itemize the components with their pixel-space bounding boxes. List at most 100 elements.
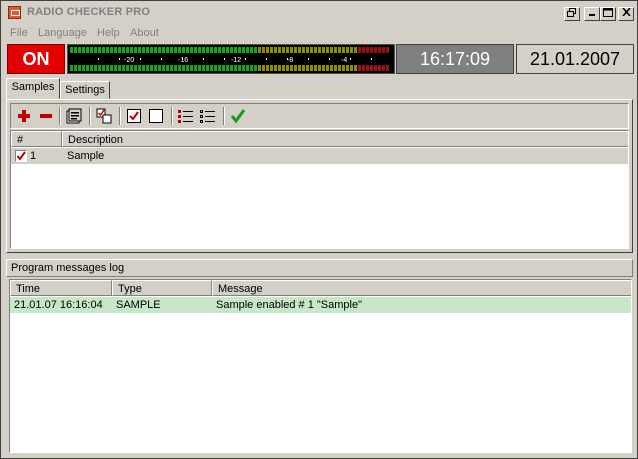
meter-tick-mark <box>245 58 246 60</box>
meter-segment <box>370 65 373 71</box>
meter-segment <box>366 65 369 71</box>
meter-segment <box>378 65 381 71</box>
column-header-type[interactable]: Type <box>112 280 212 296</box>
meter-segment <box>134 47 137 53</box>
meter-segment <box>386 65 389 71</box>
meter-segment <box>298 65 301 71</box>
meter-segment <box>326 65 329 71</box>
meter-segment <box>138 47 141 53</box>
meter-segment <box>186 47 189 53</box>
meter-tick-label: -4 <box>341 57 347 64</box>
meter-tick-label: -16 <box>178 57 188 64</box>
meter-segment <box>330 47 333 53</box>
meter-tick-mark <box>287 58 288 60</box>
meter-segment <box>98 65 101 71</box>
meter-segment <box>346 47 349 53</box>
list-all-button[interactable] <box>177 107 195 125</box>
meter-segment <box>126 65 129 71</box>
meter-segment <box>226 47 229 53</box>
add-icon <box>18 110 30 122</box>
column-header-number[interactable]: # <box>11 131 62 147</box>
meter-segment <box>122 65 125 71</box>
log-message: Sample enabled # 1 "Sample" <box>216 299 363 311</box>
table-row[interactable]: 21.01.07 16:16:04 SAMPLE Sample enabled … <box>10 297 631 313</box>
meter-segment <box>266 47 269 53</box>
samples-table[interactable]: # Description 1 Sample <box>10 130 629 249</box>
samples-table-header: # Description <box>11 131 628 147</box>
toggle-icon <box>96 108 112 124</box>
apply-icon <box>230 109 246 124</box>
meter-segment <box>154 47 157 53</box>
meter-segment <box>202 47 205 53</box>
meter-segment <box>234 65 237 71</box>
uncheck-all-button[interactable] <box>147 107 165 125</box>
meter-segment <box>82 65 85 71</box>
meter-segment <box>102 47 105 53</box>
meter-segment <box>342 47 345 53</box>
meter-segment <box>290 47 293 53</box>
toolbar-separator <box>89 107 91 125</box>
meter-segment <box>222 65 225 71</box>
add-button[interactable] <box>15 107 33 125</box>
meter-segment <box>194 47 197 53</box>
toggle-button[interactable] <box>95 107 113 125</box>
remove-button[interactable] <box>37 107 55 125</box>
meter-segment <box>210 65 213 71</box>
apply-button[interactable] <box>229 107 247 125</box>
meter-segment <box>262 47 265 53</box>
column-header-message[interactable]: Message <box>212 280 631 296</box>
meter-segment <box>82 47 85 53</box>
meter-tick-label: -12 <box>231 57 241 64</box>
meter-segment <box>86 65 89 71</box>
sample-description: Sample <box>67 150 105 162</box>
menu-help[interactable]: Help <box>97 27 120 39</box>
meter-segment <box>242 65 245 71</box>
maximize-button[interactable] <box>600 7 616 21</box>
meter-segment <box>114 47 117 53</box>
meter-segment <box>278 47 281 53</box>
list-selected-button[interactable] <box>199 107 217 125</box>
meter-segment <box>126 47 129 53</box>
properties-button[interactable] <box>65 107 83 125</box>
meter-tick-mark <box>371 58 372 60</box>
meter-segment <box>114 65 117 71</box>
check-all-button[interactable] <box>125 107 143 125</box>
tab-settings[interactable]: Settings <box>60 81 110 99</box>
messages-log-table[interactable]: Time Type Message 21.01.07 16:16:04 SAMP… <box>9 279 632 453</box>
meter-segment <box>306 65 309 71</box>
meter-tick-mark <box>119 58 120 60</box>
log-table-header: Time Type Message <box>10 280 631 296</box>
meter-segment <box>206 65 209 71</box>
meter-segment <box>78 47 81 53</box>
table-row[interactable]: 1 Sample <box>11 148 628 164</box>
meter-segment <box>70 65 73 71</box>
meter-segment <box>222 47 225 53</box>
meter-segment <box>318 65 321 71</box>
meter-segment <box>298 47 301 53</box>
meter-segment <box>254 65 257 71</box>
maximize-icon <box>603 8 613 17</box>
meter-segment <box>146 65 149 71</box>
tab-samples[interactable]: Samples <box>6 78 60 99</box>
column-header-description[interactable]: Description <box>62 131 628 147</box>
restore-button[interactable] <box>564 7 580 21</box>
menu-language[interactable]: Language <box>38 27 87 39</box>
meter-segment <box>98 47 101 53</box>
close-icon <box>621 7 631 17</box>
sample-checkbox[interactable] <box>15 150 27 162</box>
minimize-button[interactable] <box>584 7 600 21</box>
app-icon <box>8 6 21 19</box>
check-all-icon <box>127 109 141 123</box>
meter-segment <box>338 47 341 53</box>
meter-segment <box>286 65 289 71</box>
meter-tick-mark <box>203 58 204 60</box>
main-window: RADIO CHECKER PRO File Language Help Abo… <box>0 0 638 459</box>
menu-about[interactable]: About <box>130 27 159 39</box>
title-bar[interactable]: RADIO CHECKER PRO <box>2 2 636 23</box>
meter-segment <box>106 65 109 71</box>
meter-segment <box>226 65 229 71</box>
close-button[interactable] <box>618 7 634 21</box>
menu-file[interactable]: File <box>10 27 28 39</box>
column-header-time[interactable]: Time <box>10 280 112 296</box>
meter-segment <box>198 47 201 53</box>
